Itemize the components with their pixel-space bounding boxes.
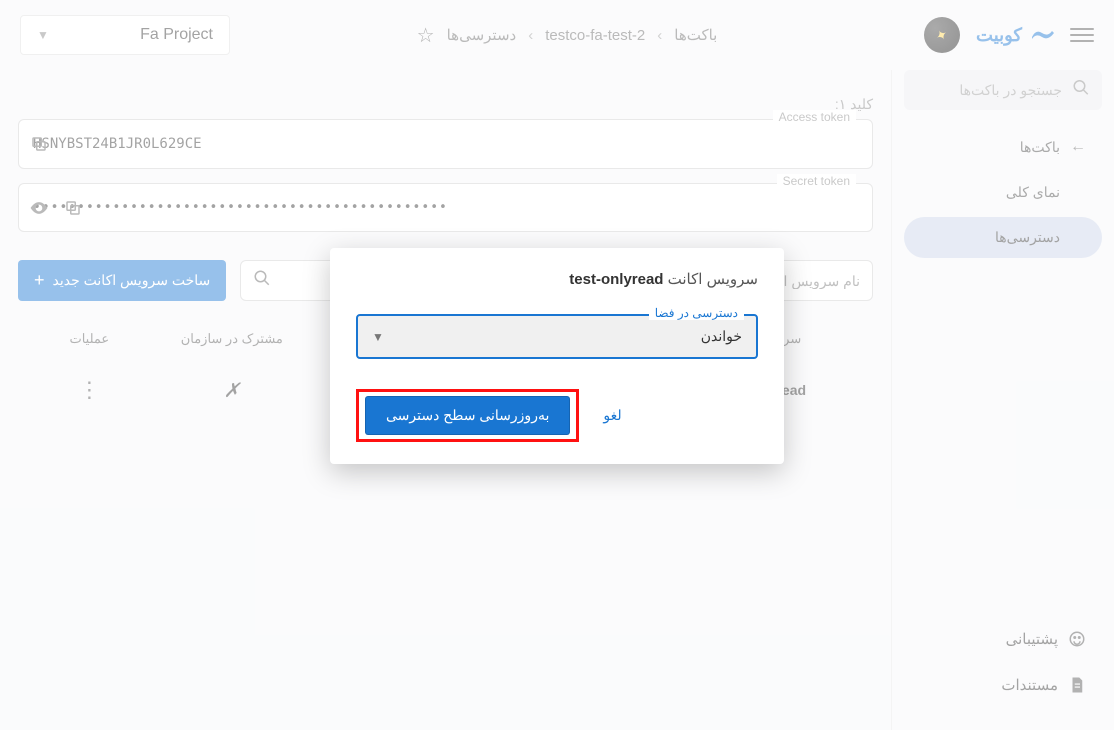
- dialog-title: سرویس اکانت test-onlyread: [356, 270, 758, 288]
- select-label: دسترسی در فضا: [649, 306, 744, 320]
- dialog-actions: لغو به‌روزرسانی سطح دسترسی: [356, 389, 758, 442]
- dialog-sa-name: test-onlyread: [569, 271, 663, 288]
- highlight-box: به‌روزرسانی سطح دسترسی: [356, 389, 579, 442]
- dialog-prefix: سرویس اکانت: [668, 271, 758, 288]
- access-level-select[interactable]: دسترسی در فضا خواندن ▼: [356, 314, 758, 359]
- select-value: خواندن: [701, 328, 742, 345]
- access-dialog: سرویس اکانت test-onlyread دسترسی در فضا …: [330, 248, 784, 464]
- dropdown-arrow-icon: ▼: [372, 330, 384, 344]
- update-access-button[interactable]: به‌روزرسانی سطح دسترسی: [365, 396, 570, 435]
- cancel-button[interactable]: لغو: [589, 397, 635, 434]
